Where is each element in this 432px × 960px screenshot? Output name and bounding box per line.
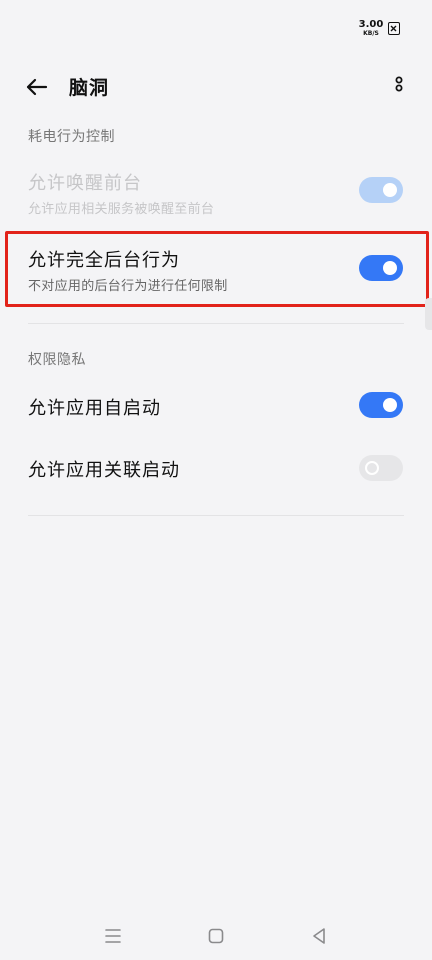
edge-panel-handle[interactable] xyxy=(425,298,432,330)
toggle-knob xyxy=(383,183,397,197)
setting-subtitle: 允许应用相关服务被唤醒至前台 xyxy=(28,202,215,217)
setting-row-allow-associated-launch[interactable]: 允许应用关联启动 xyxy=(0,440,432,496)
more-vertical-icon xyxy=(395,76,403,92)
toggle-knob xyxy=(383,398,397,412)
no-sim-icon xyxy=(388,22,400,35)
network-speed-unit: KB/S xyxy=(363,30,379,37)
more-options-button[interactable] xyxy=(388,72,410,102)
nav-home-button[interactable] xyxy=(204,924,228,948)
network-speed-value: 3.00 xyxy=(358,19,384,30)
status-bar: 3.00 KB/S xyxy=(0,0,432,56)
section-header-power: 耗电行为控制 xyxy=(28,129,115,145)
setting-row-allow-autostart[interactable]: 允许应用自启动 xyxy=(0,378,432,434)
toggle-allow-autostart[interactable] xyxy=(359,392,403,418)
highlight-box xyxy=(5,231,429,307)
setting-title: 允许应用自启动 xyxy=(28,398,161,419)
divider xyxy=(28,323,404,324)
system-nav-bar xyxy=(0,912,432,960)
back-triangle-icon xyxy=(313,928,325,944)
page-title: 脑洞 xyxy=(69,77,110,99)
setting-row-allow-wake-foreground: 允许唤醒前台 允许应用相关服务被唤醒至前台 xyxy=(0,160,432,224)
menu-icon xyxy=(105,929,121,943)
app-bar: 脑洞 xyxy=(0,62,432,110)
network-speed-indicator: 3.00 KB/S xyxy=(358,20,384,37)
toggle-knob xyxy=(365,461,379,475)
home-icon xyxy=(208,928,224,944)
nav-recent-apps-button[interactable] xyxy=(101,924,125,948)
section-header-privacy: 权限隐私 xyxy=(28,352,86,368)
toggle-allow-wake-foreground xyxy=(359,177,403,203)
back-button[interactable] xyxy=(22,72,52,102)
setting-title: 允许唤醒前台 xyxy=(28,173,142,194)
setting-title: 允许应用关联启动 xyxy=(28,460,180,481)
toggle-allow-associated-launch[interactable] xyxy=(359,455,403,481)
arrow-left-icon xyxy=(26,78,48,96)
nav-back-button[interactable] xyxy=(307,924,331,948)
divider xyxy=(28,515,404,516)
